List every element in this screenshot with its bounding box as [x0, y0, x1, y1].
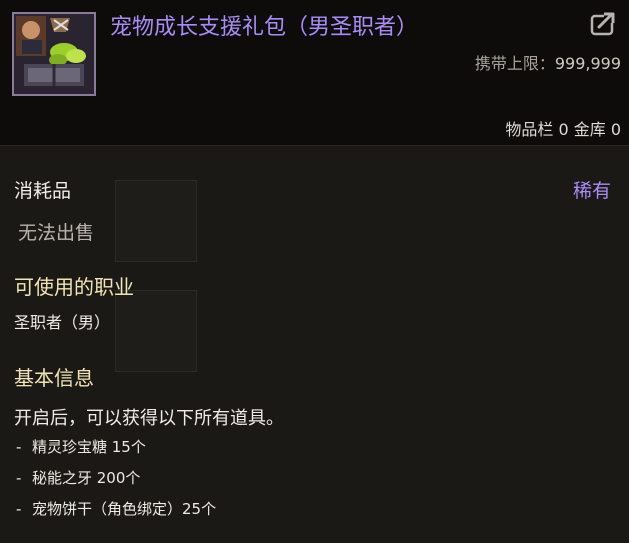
list-dash: - — [16, 438, 22, 456]
list-item-text: 精灵珍宝糖 15个 — [32, 438, 146, 456]
contents-list: - 精灵珍宝糖 15个 - 秘能之牙 200个 - 宠物饼干（角色绑定）25个 — [16, 436, 216, 529]
list-item: - 宠物饼干（角色绑定）25个 — [16, 498, 216, 529]
share-icon[interactable] — [590, 10, 618, 36]
item-category: 消耗品 — [14, 180, 72, 202]
carry-limit-value: 999,999 — [554, 54, 621, 73]
list-item: - 精灵珍宝糖 15个 — [16, 436, 216, 467]
gift-box-icon — [12, 12, 96, 96]
item-name: 宠物成长支援礼包（男圣职者） — [110, 15, 419, 40]
background-slot — [115, 290, 197, 372]
carry-limit-label: 携带上限： — [474, 54, 555, 73]
tooltip-header: 宠物成长支援礼包（男圣职者） 携带上限：999,999 物品栏 0 金库 0 — [0, 0, 629, 146]
list-item-text: 秘能之牙 200个 — [32, 469, 141, 487]
item-tooltip: 宠物成长支援礼包（男圣职者） 携带上限：999,999 物品栏 0 金库 0 消… — [0, 0, 629, 543]
carry-limit: 携带上限：999,999 — [475, 50, 621, 74]
list-item: - 秘能之牙 200个 — [16, 467, 216, 498]
list-dash: - — [16, 500, 22, 518]
storage-count: 物品栏 0 金库 0 — [505, 120, 621, 139]
basic-info-title: 基本信息 — [14, 366, 94, 390]
usable-jobs-title: 可使用的职业 — [14, 275, 134, 299]
unsellable-label: 无法出售 — [18, 222, 95, 244]
list-dash: - — [16, 469, 22, 487]
list-item-text: 宠物饼干（角色绑定）25个 — [32, 500, 217, 518]
basic-info-description: 开启后，可以获得以下所有道具。 — [14, 408, 284, 429]
usable-jobs-value: 圣职者（男） — [14, 313, 111, 332]
background-slot — [115, 180, 197, 262]
item-rarity: 稀有 — [572, 180, 611, 202]
